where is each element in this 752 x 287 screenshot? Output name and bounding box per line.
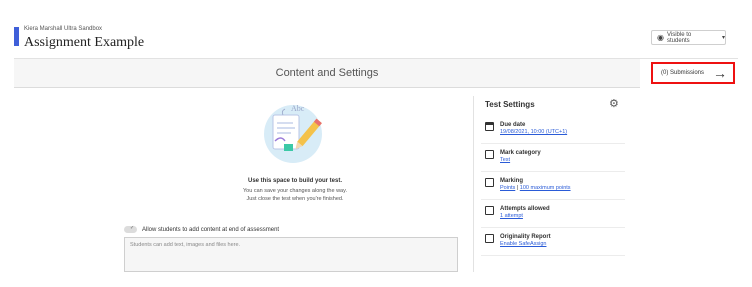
build-test-illustration: Abc <box>264 104 322 163</box>
marking-value: Points | 100 maximum points <box>500 185 571 192</box>
setting-due-date[interactable]: Due date 19/08/2021, 10:00 (UTC+1) <box>485 121 625 136</box>
setting-mark-category[interactable]: Mark category Test <box>485 149 625 164</box>
build-test-help: You can save your changes along the way.… <box>210 187 380 203</box>
settings-separator <box>481 143 625 144</box>
allow-content-toggle-row: Allow students to add content at end of … <box>124 225 280 233</box>
setting-attempts[interactable]: Attempts allowed 1 attempt <box>485 205 625 220</box>
chevron-down-icon: ▾ <box>721 35 725 41</box>
setting-originality[interactable]: Originality Report Enable SafeAssign <box>485 233 625 248</box>
marking-max-points-link[interactable]: 100 maximum points <box>520 185 571 191</box>
illustration-abc: Abc <box>291 104 305 113</box>
gear-icon[interactable]: ⚙ <box>609 97 619 110</box>
setting-marking[interactable]: Marking Points | 100 maximum points <box>485 177 625 192</box>
test-settings-title: Test Settings <box>485 100 535 109</box>
checkbox-icon <box>485 206 494 215</box>
marking-points-link[interactable]: Points <box>500 185 515 191</box>
settings-separator <box>481 171 625 172</box>
build-test-help-line1: You can save your changes along the way. <box>243 188 347 194</box>
page-title: Assignment Example <box>24 35 145 50</box>
mark-category-label: Mark category <box>500 150 541 156</box>
attempts-label: Attempts allowed <box>500 206 550 212</box>
settings-separator <box>481 227 625 228</box>
due-date-value[interactable]: 19/08/2021, 10:00 (UTC+1) <box>500 129 567 136</box>
originality-label: Originality Report <box>500 234 551 240</box>
visibility-dropdown[interactable]: ◉ Visible to students ▾ <box>651 30 726 45</box>
mark-category-value[interactable]: Test <box>500 157 541 164</box>
visibility-label: Visible to students <box>666 31 692 44</box>
eye-icon: ◉ <box>657 32 664 42</box>
content-settings-band: Content and Settings <box>14 59 640 88</box>
course-accent-bar <box>14 27 19 46</box>
build-test-heading: Use this space to build your test. <box>247 178 343 184</box>
attempts-value[interactable]: 1 attempt <box>500 213 550 220</box>
due-date-label: Due date <box>500 122 526 128</box>
calendar-icon <box>485 122 494 131</box>
allow-content-label: Allow students to add content at end of … <box>142 226 280 233</box>
arrow-right-icon: → <box>713 65 727 81</box>
category-icon <box>485 150 494 159</box>
student-content-textarea[interactable]: Students can add text, images and files … <box>124 237 458 272</box>
marking-icon <box>485 178 494 187</box>
originality-value[interactable]: Enable SafeAssign <box>500 241 551 248</box>
marking-label: Marking <box>500 178 524 184</box>
settings-separator <box>481 255 625 256</box>
allow-content-toggle[interactable] <box>124 225 137 233</box>
submissions-label: (0) Submissions <box>661 70 705 76</box>
submissions-button[interactable]: (0) Submissions → <box>651 62 735 84</box>
band-title: Content and Settings <box>275 67 379 79</box>
report-icon <box>485 234 494 243</box>
course-name[interactable]: Kiera Marshall Ultra Sandbox <box>24 26 102 32</box>
panel-divider <box>473 96 474 272</box>
settings-separator <box>481 199 625 200</box>
build-test-help-line2: Just close the test when you're finished… <box>246 196 344 202</box>
